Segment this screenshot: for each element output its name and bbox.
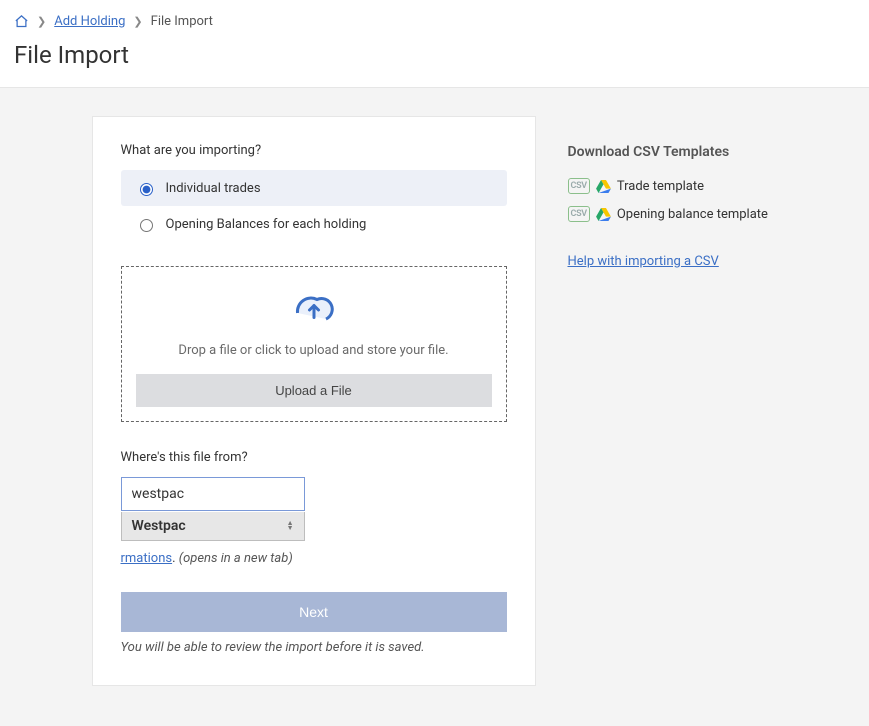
hint-new-tab-note: (opens in a new tab) [179, 551, 293, 566]
where-label: Where's this file from? [121, 450, 507, 465]
opening-balance-template-link[interactable]: CSV Opening balance template [568, 206, 778, 222]
broker-search-input[interactable] [121, 477, 305, 511]
hint-period: . [172, 551, 179, 566]
page-header: ❯ Add Holding ❯ File Import File Import [0, 0, 869, 88]
importing-question-label: What are you importing? [121, 143, 507, 158]
google-drive-icon [596, 208, 611, 221]
help-importing-link[interactable]: Help with importing a CSV [568, 254, 719, 269]
sidebar: Download CSV Templates CSV Trade templat… [568, 116, 778, 269]
broker-option-westpac[interactable]: Westpac ▲▼ [122, 512, 304, 540]
google-drive-icon [596, 180, 611, 193]
option-opening-balances[interactable]: Opening Balances for each holding [121, 206, 507, 242]
import-card: What are you importing? Individual trade… [92, 116, 536, 686]
sidebar-title: Download CSV Templates [568, 144, 778, 160]
breadcrumb-add-holding[interactable]: Add Holding [54, 14, 125, 29]
breadcrumb: ❯ Add Holding ❯ File Import [14, 14, 855, 29]
spinner-icon: ▲▼ [287, 521, 294, 531]
breadcrumb-current: File Import [151, 14, 213, 29]
file-dropzone[interactable]: Drop a file or click to upload and store… [121, 266, 507, 422]
csv-icon: CSV [568, 206, 590, 222]
broker-dropdown: Westpac ▲▼ [121, 512, 305, 541]
trade-template-link[interactable]: CSV Trade template [568, 178, 778, 194]
csv-icon: CSV [568, 178, 590, 194]
template-label: Opening balance template [617, 207, 768, 222]
next-button[interactable]: Next [121, 592, 507, 632]
chevron-right-icon: ❯ [37, 15, 46, 28]
cloud-upload-icon [290, 316, 338, 331]
upload-file-button[interactable]: Upload a File [136, 374, 492, 407]
hint-row: rmations. (opens in a new tab) [121, 551, 507, 566]
content-area: What are you importing? Individual trade… [0, 88, 869, 726]
confirmations-link[interactable]: rmations [121, 551, 173, 566]
home-icon[interactable] [14, 14, 29, 29]
option-individual-trades[interactable]: Individual trades [121, 170, 507, 206]
option-label: Individual trades [166, 181, 261, 196]
chevron-right-icon: ❯ [133, 15, 142, 28]
page-title: File Import [14, 41, 855, 69]
template-label: Trade template [617, 179, 704, 194]
radio-opening-balances[interactable] [140, 219, 153, 232]
option-text: Westpac [132, 518, 186, 534]
radio-individual-trades[interactable] [140, 183, 153, 196]
option-label: Opening Balances for each holding [166, 217, 367, 232]
dropzone-text: Drop a file or click to upload and store… [136, 343, 492, 358]
review-note: You will be able to review the import be… [121, 640, 507, 655]
